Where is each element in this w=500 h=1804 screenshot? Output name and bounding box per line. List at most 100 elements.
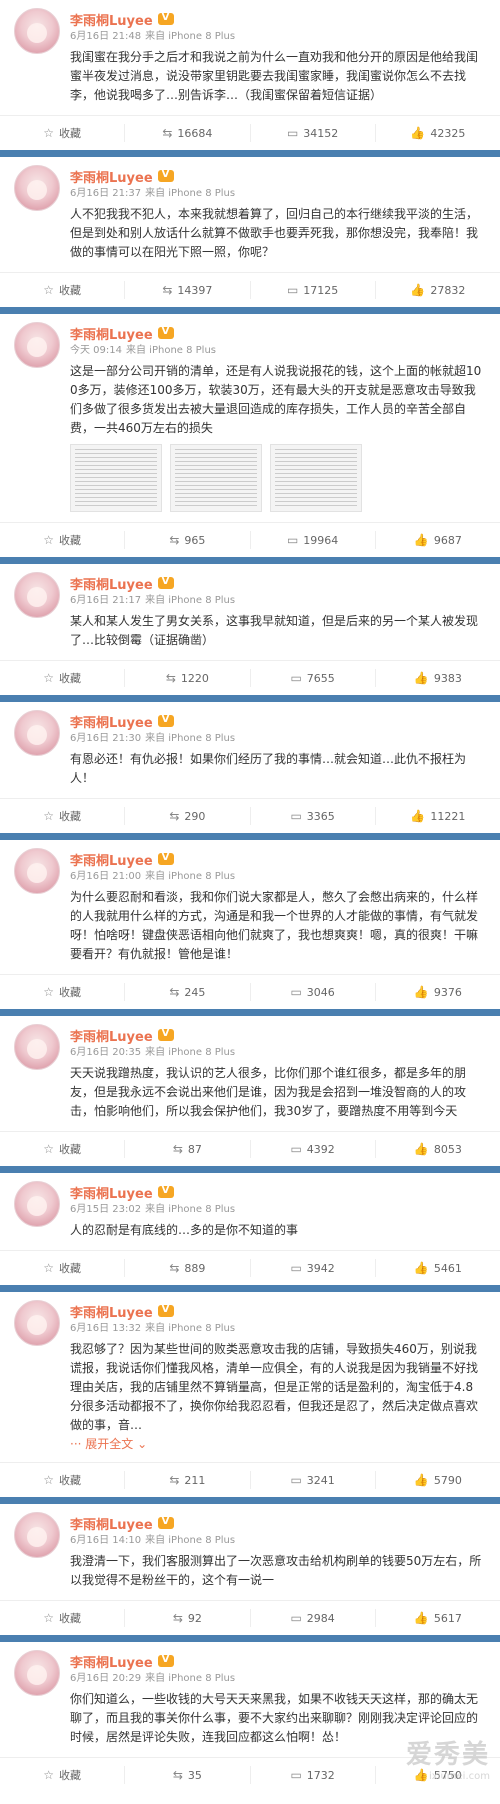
avatar[interactable] (14, 572, 60, 618)
comment-button[interactable]: ▭ 2984 (251, 1609, 376, 1627)
like-button[interactable]: 👍 27832 (376, 281, 500, 299)
comment-icon: ▭ (286, 126, 299, 140)
comment-icon: ▭ (290, 809, 302, 823)
comment-button[interactable]: ▭ 19964 (251, 531, 376, 549)
thumbs-up-icon: 👍 (413, 533, 429, 547)
avatar[interactable] (14, 848, 60, 894)
vip-badge-icon (157, 169, 174, 182)
repost-button[interactable]: ⇆ 87 (125, 1140, 251, 1158)
avatar[interactable] (14, 8, 60, 54)
like-button[interactable]: 👍 8053 (376, 1140, 500, 1158)
star-icon: ☆ (43, 1142, 54, 1156)
thumbs-up-icon: 👍 (413, 1261, 429, 1275)
user-name[interactable]: 李雨桐Luyee (70, 1026, 153, 1045)
receipt-image[interactable] (170, 444, 262, 512)
comment-button[interactable]: ▭ 3365 (251, 807, 376, 825)
repost-icon: ⇆ (172, 1611, 183, 1625)
weibo-post: 李雨桐Luyee 6月16日 14:10来自 iPhone 8 Plus 我澄清… (0, 1504, 500, 1642)
repost-icon: ⇆ (169, 985, 180, 999)
expand-full-text-link[interactable]: ··· 展开全文 ⌄ (70, 1435, 490, 1452)
like-button[interactable]: 👍 42325 (376, 124, 500, 142)
user-name[interactable]: 李雨桐Luyee (70, 324, 153, 343)
comment-button[interactable]: ▭ 3046 (251, 983, 376, 1001)
repost-button[interactable]: ⇆ 16684 (125, 124, 251, 142)
like-button[interactable]: 👍 9376 (376, 983, 500, 1001)
favorite-button[interactable]: ☆ 收藏 (0, 1259, 126, 1277)
action-bar: ☆ 收藏 ⇆ 87 ▭ 4392 👍 8053 (0, 1131, 500, 1166)
repost-button[interactable]: ⇆ 92 (125, 1609, 251, 1627)
repost-button[interactable]: ⇆ 211 (125, 1471, 251, 1489)
comment-button[interactable]: ▭ 3942 (251, 1259, 376, 1277)
post-source: 来自 iPhone 8 Plus (145, 1673, 236, 1684)
like-button[interactable]: 👍 9383 (376, 669, 500, 687)
post-source: 来自 iPhone 8 Plus (145, 733, 236, 744)
like-button[interactable]: 👍 9687 (376, 531, 500, 549)
like-button[interactable]: 👍 11221 (376, 807, 500, 825)
thumbs-up-icon: 👍 (413, 1142, 429, 1156)
user-name[interactable]: 李雨桐Luyee (70, 1652, 153, 1671)
repost-button[interactable]: ⇆ 245 (125, 983, 251, 1001)
favorite-button[interactable]: ☆ 收藏 (0, 983, 126, 1001)
repost-button[interactable]: ⇆ 965 (125, 531, 251, 549)
comment-button[interactable]: ▭ 3241 (251, 1471, 376, 1489)
action-bar: ☆ 收藏 ⇆ 889 ▭ 3942 👍 5461 (0, 1250, 500, 1285)
receipt-image[interactable] (270, 444, 362, 512)
comment-button[interactable]: ▭ 4392 (251, 1140, 376, 1158)
vip-badge-icon (157, 1028, 174, 1041)
post-source: 来自 iPhone 8 Plus (145, 871, 236, 882)
favorite-button[interactable]: ☆ 收藏 (0, 1766, 126, 1784)
favorite-button[interactable]: ☆ 收藏 (0, 531, 126, 549)
favorite-button[interactable]: ☆ 收藏 (0, 1471, 126, 1489)
avatar[interactable] (14, 1024, 60, 1070)
favorite-button[interactable]: ☆ 收藏 (0, 669, 126, 687)
repost-button[interactable]: ⇆ 1220 (125, 669, 251, 687)
chevron-down-icon: ··· (70, 1437, 86, 1451)
comment-button[interactable]: ▭ 7655 (251, 669, 376, 687)
repost-button[interactable]: ⇆ 14397 (125, 281, 251, 299)
comment-button[interactable]: ▭ 34152 (251, 124, 376, 142)
repost-button[interactable]: ⇆ 35 (125, 1766, 251, 1784)
favorite-button[interactable]: ☆ 收藏 (0, 1609, 126, 1627)
action-bar: ☆ 收藏 ⇆ 92 ▭ 2984 👍 5617 (0, 1600, 500, 1635)
like-button[interactable]: 👍 5790 (376, 1471, 500, 1489)
avatar[interactable] (14, 165, 60, 211)
favorite-button[interactable]: ☆ 收藏 (0, 807, 126, 825)
user-name[interactable]: 李雨桐Luyee (70, 1183, 153, 1202)
post-time: 6月16日 21:37 (70, 188, 142, 199)
weibo-post: 李雨桐Luyee 6月16日 13:32来自 iPhone 8 Plus 我忍够… (0, 1292, 500, 1504)
thumbs-up-icon: 👍 (413, 671, 429, 685)
post-text: 人的忍耐是有底线的…多的是你不知道的事 (70, 1223, 299, 1237)
comment-button[interactable]: ▭ 17125 (251, 281, 376, 299)
favorite-button[interactable]: ☆ 收藏 (0, 281, 126, 299)
user-name[interactable]: 李雨桐Luyee (70, 10, 153, 29)
repost-button[interactable]: ⇆ 889 (125, 1259, 251, 1277)
avatar[interactable] (14, 710, 60, 756)
user-name[interactable]: 李雨桐Luyee (70, 574, 153, 593)
favorite-button[interactable]: ☆ 收藏 (0, 1140, 126, 1158)
avatar[interactable] (14, 322, 60, 368)
favorite-button[interactable]: ☆ 收藏 (0, 124, 126, 142)
receipt-image[interactable] (70, 444, 162, 512)
like-button[interactable]: 👍 5617 (376, 1609, 500, 1627)
avatar[interactable] (14, 1512, 60, 1558)
like-button[interactable]: 👍 5461 (376, 1259, 500, 1277)
star-icon: ☆ (43, 809, 54, 823)
thumbs-up-icon: 👍 (413, 985, 429, 999)
post-text: 为什么要忍耐和看淡，我和你们说大家都是人，憋久了会憋出病来的，什么样的人我就用什… (70, 890, 479, 961)
user-name[interactable]: 李雨桐Luyee (70, 167, 153, 186)
repost-button[interactable]: ⇆ 290 (125, 807, 251, 825)
avatar[interactable] (14, 1300, 60, 1346)
image-grid (70, 444, 490, 512)
user-name[interactable]: 李雨桐Luyee (70, 850, 153, 869)
comment-icon: ▭ (290, 1142, 302, 1156)
post-source: 来自 iPhone 8 Plus (145, 1047, 236, 1058)
user-name[interactable]: 李雨桐Luyee (70, 712, 153, 731)
comment-button[interactable]: ▭ 1732 (251, 1766, 376, 1784)
avatar[interactable] (14, 1650, 60, 1696)
user-name[interactable]: 李雨桐Luyee (70, 1302, 153, 1321)
comment-icon: ▭ (290, 1473, 302, 1487)
avatar[interactable] (14, 1181, 60, 1227)
user-name[interactable]: 李雨桐Luyee (70, 1514, 153, 1533)
vip-badge-icon (157, 1516, 174, 1529)
post-time: 6月16日 14:10 (70, 1535, 142, 1546)
